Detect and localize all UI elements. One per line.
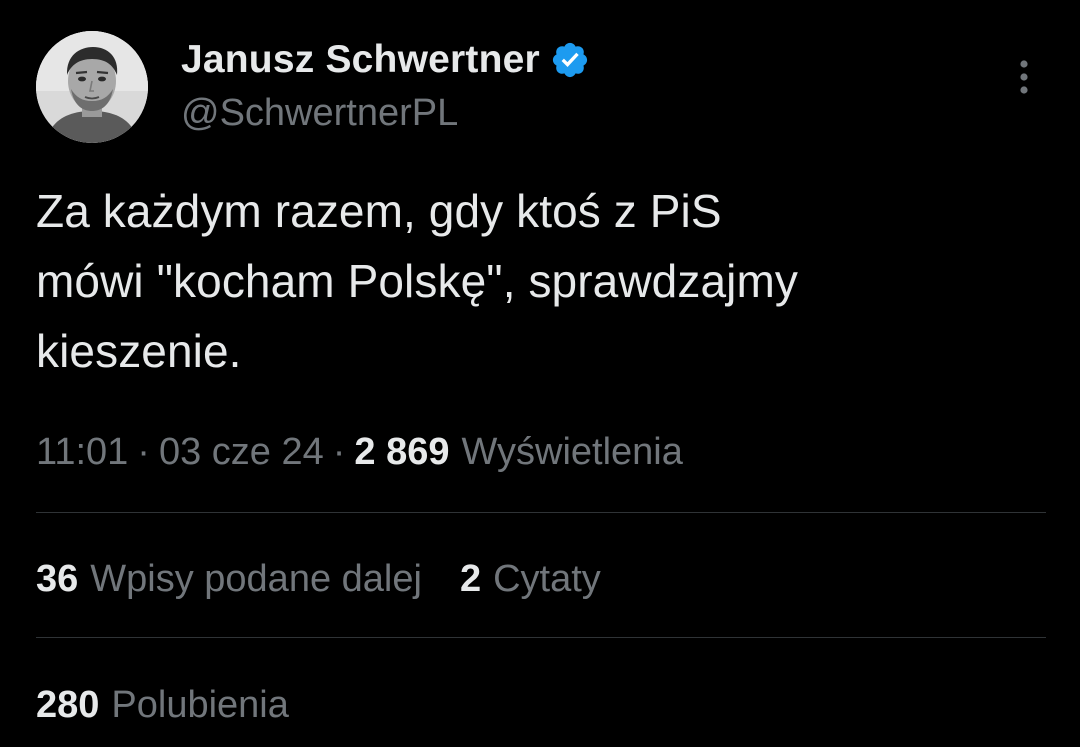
divider (36, 512, 1046, 513)
meta-separator: · (137, 430, 150, 473)
likes-row: 280 Polubienia (36, 678, 289, 732)
engagement-row: 36 Wpisy podane dalej 2 Cytaty (36, 552, 601, 606)
author-display-name[interactable]: Janusz Schwertner (181, 38, 540, 82)
author-handle[interactable]: @SchwertnerPL (181, 92, 458, 135)
tweet-detail: Janusz Schwertner @SchwertnerPL Za każdy… (0, 0, 1080, 747)
divider (36, 637, 1046, 638)
likes-label: Polubienia (111, 683, 289, 726)
meta-separator: · (332, 430, 346, 473)
retweets-label: Wpisy podane dalej (90, 557, 422, 600)
author-name-row: Janusz Schwertner (181, 36, 590, 84)
quotes-stat[interactable]: 2 Cytaty (460, 558, 601, 601)
views-label: Wyświetlenia (461, 430, 683, 473)
verified-badge-icon[interactable] (550, 40, 590, 80)
retweets-count: 36 (36, 557, 79, 600)
likes-count: 280 (36, 683, 100, 726)
likes-stat[interactable]: 280 Polubienia (36, 684, 289, 727)
avatar[interactable] (36, 31, 148, 143)
quotes-count: 2 (459, 557, 482, 600)
tweet-time[interactable]: 11:01 (36, 431, 128, 474)
quotes-label: Cytaty (493, 557, 601, 600)
retweets-stat[interactable]: 36 Wpisy podane dalej (36, 558, 422, 601)
views-count: 2 869 (354, 430, 450, 473)
tweet-text: Za każdym razem, gdy ktoś z PiS mówi "ko… (36, 185, 798, 377)
tweet-meta: 11:01 · 03 cze 24 · 2 869 Wyświetlenia (36, 426, 683, 478)
more-vertical-icon[interactable] (1010, 55, 1038, 99)
avatar-portrait (36, 31, 148, 143)
tweet-date[interactable]: 03 cze 24 (159, 431, 324, 474)
